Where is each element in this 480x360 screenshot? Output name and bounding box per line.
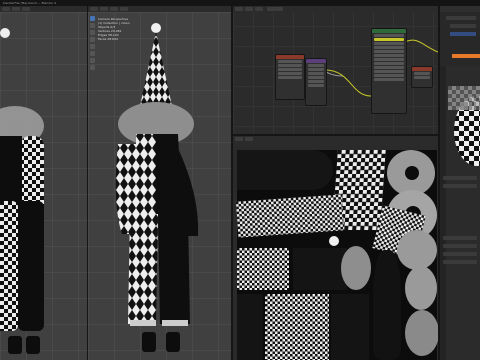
- uv-piece-circle-a-inner: [405, 166, 419, 180]
- outliner-row-object[interactable]: [450, 24, 476, 28]
- uv-piece-circle-d: [341, 246, 371, 290]
- node-links: [304, 39, 438, 97]
- node-material-output[interactable]: [411, 66, 433, 88]
- property-field[interactable]: [443, 260, 477, 264]
- checker-preview: [448, 86, 480, 110]
- uv-piece-circle-f: [405, 310, 438, 356]
- viewport-mid[interactable]: Camera Perspective (1) Collection | clow…: [88, 6, 231, 360]
- uv-piece-circle-e: [405, 266, 437, 310]
- clown-torso-left: [0, 136, 22, 206]
- properties-panel[interactable]: [440, 66, 480, 360]
- annotate-tool-icon[interactable]: [90, 58, 95, 63]
- clown-body: [115, 134, 199, 326]
- uv-piece-white-dot: [329, 236, 339, 246]
- uv-piece-harlequin-d: [265, 294, 329, 360]
- view-menu-button-2[interactable]: [100, 7, 108, 11]
- uv-piece-harlequin-c: [237, 248, 289, 290]
- property-field[interactable]: [443, 184, 477, 188]
- node-principled-bsdf[interactable]: [371, 28, 407, 114]
- uv-editor[interactable]: [233, 136, 438, 360]
- transform-tool-icon[interactable]: [90, 51, 95, 56]
- node-mapping[interactable]: [305, 58, 327, 106]
- window-title: blenderFile (file).blend — Blender 4: [3, 1, 57, 5]
- uv-image-menu[interactable]: [245, 137, 253, 141]
- uv-piece-dark-d: [237, 294, 263, 360]
- property-field[interactable]: [443, 244, 477, 248]
- select-tool-icon[interactable]: [90, 16, 95, 21]
- clown-shoe-left-2: [26, 336, 40, 354]
- clown-shoe-right: [142, 332, 156, 352]
- select-menu-button-2[interactable]: [110, 7, 118, 11]
- clown-hat: [140, 23, 172, 106]
- outliner-row-collection[interactable]: [446, 16, 476, 20]
- properties-tab-bar: [440, 66, 446, 360]
- uv-piece-dark-c: [373, 250, 401, 360]
- clown-pants-left: [0, 201, 18, 331]
- viewport-stats: Camera Perspective (1) Collection | clow…: [98, 17, 130, 41]
- rotate-tool-icon[interactable]: [90, 37, 95, 42]
- uv-editor-header: [233, 136, 438, 146]
- uv-piece-dark-a: [237, 150, 333, 190]
- select-menu-button[interactable]: [12, 7, 20, 11]
- add-menu-button[interactable]: [22, 7, 30, 11]
- property-field[interactable]: [443, 176, 477, 180]
- view-menu-button[interactable]: [2, 7, 10, 11]
- active-material-indicator: [452, 54, 480, 58]
- add-menu-button-2[interactable]: [120, 7, 128, 11]
- uv-piece-dark-b: [293, 248, 347, 290]
- scale-tool-icon[interactable]: [90, 44, 95, 49]
- measure-tool-icon[interactable]: [90, 65, 95, 70]
- cursor-tool-icon[interactable]: [90, 23, 95, 28]
- outliner-header: [440, 6, 480, 12]
- uv-image-canvas: [235, 150, 438, 360]
- uv-piece-circle-c: [397, 230, 437, 270]
- toolbar: [90, 16, 95, 72]
- stat-line: Faces 28,644: [98, 37, 118, 41]
- clown-pants-leg-left: [18, 201, 44, 331]
- uv-view-menu[interactable]: [235, 137, 243, 141]
- clown-shoe-right-2: [166, 332, 180, 352]
- shader-node-editor[interactable]: [233, 6, 438, 134]
- viewport-left[interactable]: [0, 6, 87, 360]
- move-tool-icon[interactable]: [90, 30, 95, 35]
- node-image-texture[interactable]: [275, 54, 305, 100]
- clown-hat-pompom-left: [0, 28, 10, 38]
- outliner-row-object-selected[interactable]: [450, 32, 476, 36]
- mode-dropdown[interactable]: [90, 7, 98, 11]
- property-field[interactable]: [443, 236, 477, 240]
- uv-piece-dark-e: [331, 294, 369, 360]
- uv-piece-harlequin-band: [235, 194, 345, 238]
- property-field[interactable]: [443, 252, 477, 256]
- clown-shoe-left: [8, 336, 22, 354]
